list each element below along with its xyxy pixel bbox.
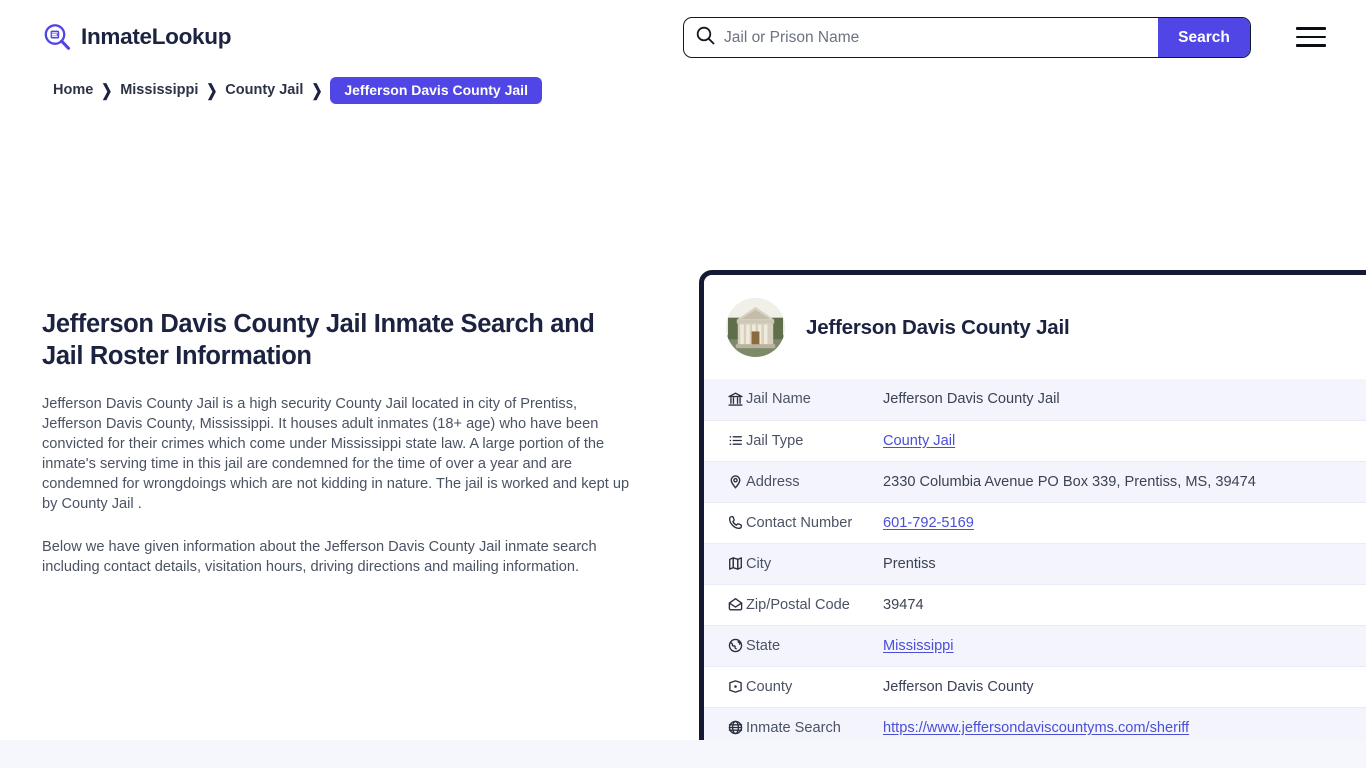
- search-button[interactable]: Search: [1158, 18, 1250, 57]
- row-value: Prentiss: [883, 542, 1366, 584]
- brand-name: InmateLookup: [81, 24, 232, 49]
- search-bar[interactable]: Search: [683, 17, 1251, 58]
- map-icon: [704, 542, 746, 584]
- row-label: County: [746, 665, 883, 707]
- state-link[interactable]: Mississippi: [883, 638, 954, 654]
- chevron-right-icon: ❯: [206, 80, 218, 100]
- globe-state-icon: [704, 624, 746, 666]
- page-title: Jefferson Davis County Jail Inmate Searc…: [42, 310, 595, 371]
- jail-type-link[interactable]: County Jail: [883, 433, 955, 449]
- search-icon: [695, 25, 716, 51]
- breadcrumb: Home ❯ Mississippi ❯ County Jail ❯ Jeffe…: [53, 76, 1366, 104]
- map-pin-icon: [704, 460, 746, 502]
- row-label: Jail Type: [746, 419, 883, 461]
- row-label: Zip/Postal Code: [746, 583, 883, 625]
- contact-number-link[interactable]: 601-792-5169: [883, 515, 974, 531]
- breadcrumb-item-current: Jefferson Davis County Jail: [330, 76, 542, 104]
- list-icon: [704, 419, 746, 461]
- jail-card-title: Jefferson Davis County Jail: [806, 315, 1070, 339]
- row-value: 2330 Columbia Avenue PO Box 339, Prentis…: [883, 460, 1366, 502]
- row-label: Contact Number: [746, 501, 883, 543]
- site-header: InmateLookup Search: [0, 0, 1366, 74]
- table-row: State Mississippi: [704, 624, 1366, 666]
- row-value: Mississippi: [883, 624, 1366, 666]
- row-label: City: [746, 542, 883, 584]
- table-row: Address 2330 Columbia Avenue PO Box 339,…: [704, 460, 1366, 502]
- row-value: 601-792-5169: [883, 501, 1366, 543]
- row-value: 39474: [883, 583, 1366, 625]
- bank-icon: [704, 379, 746, 420]
- inmate-search-link[interactable]: https://www.jeffersondaviscountyms.com/s…: [883, 720, 1189, 736]
- breadcrumb-item-home[interactable]: Home: [53, 82, 93, 98]
- jail-info-card-header: Jefferson Davis County Jail: [704, 275, 1366, 379]
- chevron-right-icon: ❯: [311, 80, 323, 100]
- row-label: State: [746, 624, 883, 666]
- row-label: Address: [746, 460, 883, 502]
- main-content: Jefferson Davis County Jail Inmate Searc…: [0, 103, 1366, 753]
- row-label: Jail Name: [746, 391, 811, 408]
- table-row: County Jefferson Davis County: [704, 665, 1366, 707]
- jail-info-card: Jefferson Davis County Jail Jail Name Je…: [699, 270, 1366, 753]
- breadcrumb-item-mississippi[interactable]: Mississippi: [120, 82, 198, 98]
- chevron-right-icon: ❯: [101, 80, 113, 100]
- courthouse-photo: [726, 298, 785, 357]
- breadcrumb-item-county-jail[interactable]: County Jail: [225, 82, 303, 98]
- table-row: Zip/Postal Code 39474: [704, 583, 1366, 625]
- row-value: Jefferson Davis County Jail: [883, 391, 1060, 408]
- article-column: Jefferson Davis County Jail Inmate Searc…: [42, 308, 638, 577]
- table-row: City Prentiss: [704, 542, 1366, 584]
- row-value: County Jail: [883, 419, 1366, 461]
- table-row: Contact Number 601-792-5169: [704, 501, 1366, 543]
- hamburger-menu-icon[interactable]: [1296, 25, 1328, 49]
- menu-bar-3: [1296, 44, 1326, 47]
- brand-logo-link[interactable]: InmateLookup: [42, 22, 231, 52]
- magnifier-list-logo-icon: [42, 22, 72, 52]
- search-input[interactable]: [724, 18, 1158, 57]
- table-row: Jail Type County Jail: [704, 419, 1366, 461]
- bottom-section-band: [0, 740, 1366, 768]
- map-area-icon: [704, 665, 746, 707]
- row-value: Jefferson Davis County: [883, 665, 1366, 707]
- table-row: Jail Name Jefferson Davis County Jail: [704, 379, 1366, 420]
- phone-icon: [704, 501, 746, 543]
- description-paragraph-1: Jefferson Davis County Jail is a high se…: [42, 395, 630, 513]
- jail-details-table: Jail Name Jefferson Davis County Jail Ja…: [704, 379, 1366, 748]
- envelope-icon: [704, 583, 746, 625]
- menu-bar-1: [1296, 27, 1326, 30]
- description-paragraph-2: Below we have given information about th…: [42, 538, 597, 575]
- menu-bar-2: [1296, 35, 1326, 39]
